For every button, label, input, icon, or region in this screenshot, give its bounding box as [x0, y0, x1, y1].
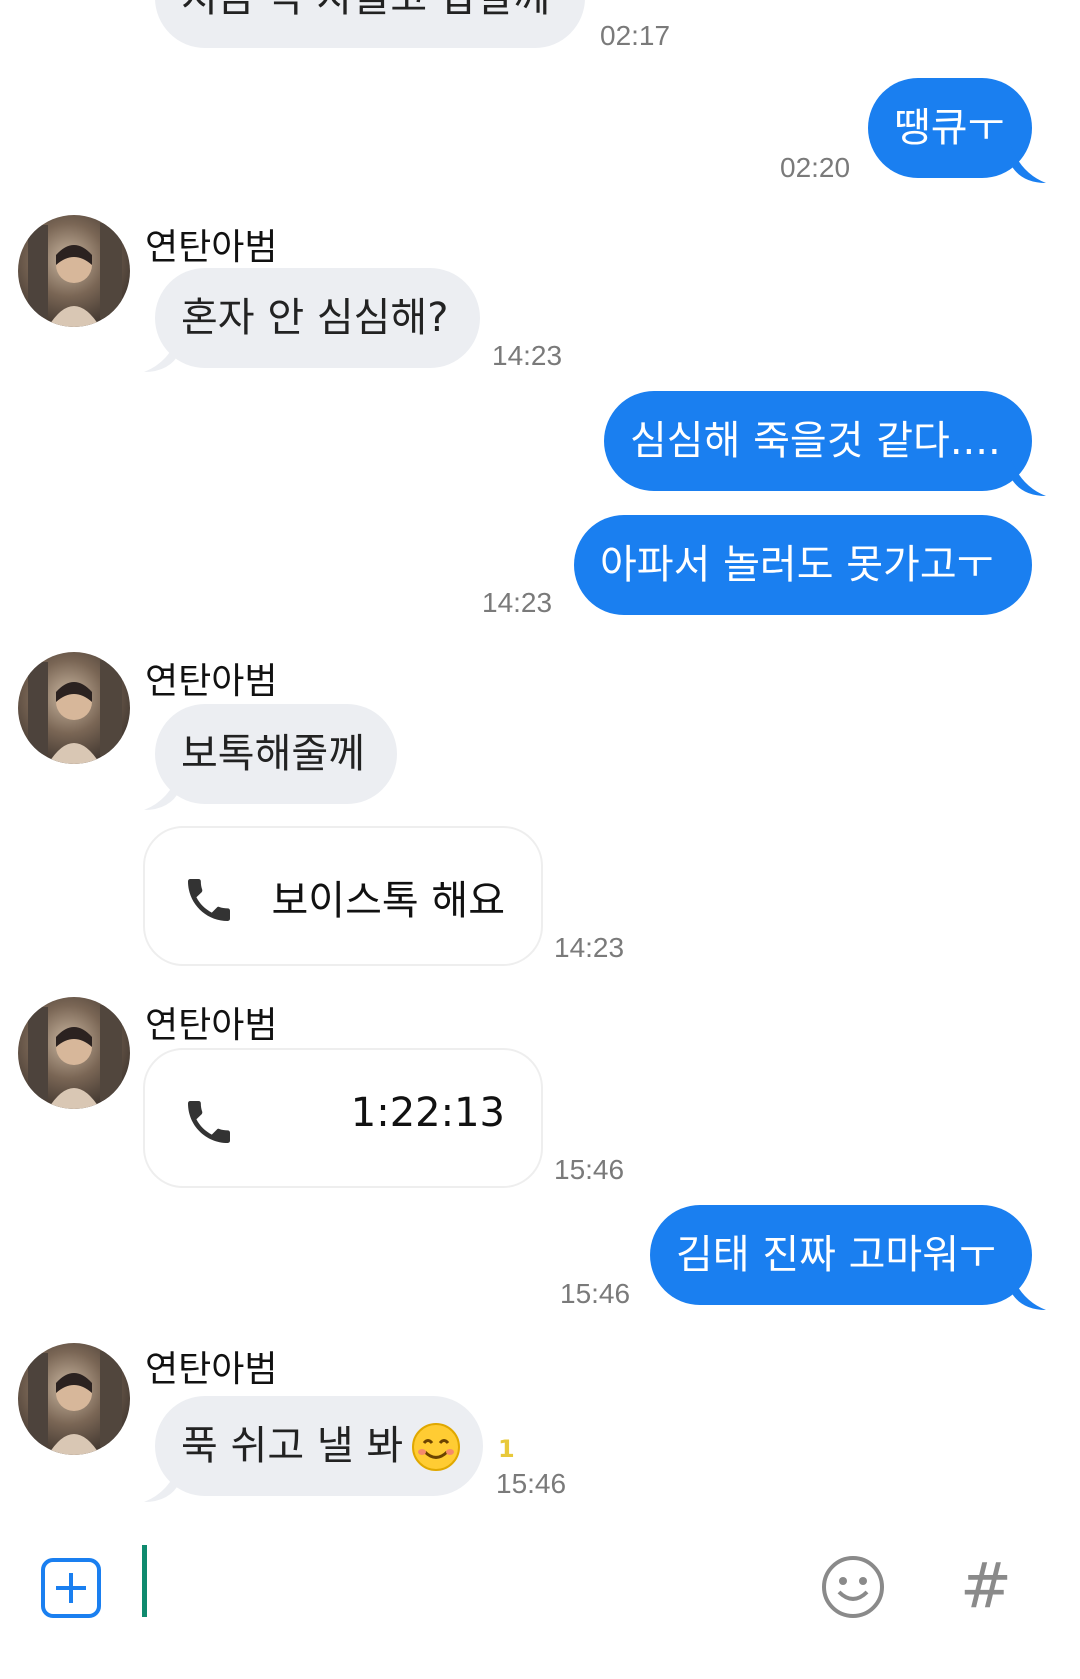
message-text: 아파서 놀러도 못가고ㅜ [600, 542, 994, 588]
call-duration: 1:22:13 [350, 1090, 505, 1136]
sender-name: 연탄아범 [145, 1005, 278, 1046]
emoji-icon [822, 1556, 884, 1618]
message-text: 보톡해줄께 [181, 731, 365, 777]
message-time: 14:23 [554, 932, 625, 963]
chat-area: 지금 막 자올고 갑갈께 02:17 땡큐ㅜ 02:20 연탄아범 혼자 안 심… [0, 0, 1080, 1540]
message-bubble-incoming[interactable]: 푹 쉬고 낼 봐 [155, 1396, 483, 1496]
sender-name: 연탄아범 [145, 661, 278, 702]
avatar[interactable] [18, 215, 130, 327]
message-text: 혼자 안 심심해? [181, 295, 449, 341]
message-input-bar: # [0, 1540, 1080, 1679]
avatar[interactable] [18, 997, 130, 1109]
message-time: 14:23 [492, 340, 563, 371]
message-time: 02:17 [600, 20, 671, 51]
emoji-button[interactable] [820, 1554, 886, 1620]
bubble-tail [1010, 1270, 1046, 1310]
plus-square-icon [41, 1558, 101, 1618]
bubble-tail [1010, 143, 1046, 183]
hashtag-icon: # [960, 1549, 1012, 1622]
bubble-tail [144, 1462, 180, 1502]
smiling-face-icon [412, 1423, 460, 1471]
avatar[interactable] [18, 652, 130, 764]
message-bubble-outgoing[interactable]: 김태 진짜 고마워ㅜ [650, 1205, 1032, 1305]
sender-name: 연탄아범 [145, 227, 278, 268]
message-bubble-incoming[interactable]: 혼자 안 심심해? [155, 268, 480, 368]
unread-count: 1 [498, 1435, 515, 1463]
message-bubble-outgoing[interactable]: 심심해 죽을것 같다.... [604, 391, 1032, 491]
message-text: 지금 막 자올고 갑갈께 [181, 0, 550, 21]
message-time: 14:23 [482, 587, 553, 618]
bubble-tail [144, 770, 180, 810]
message-text: 푹 쉬고 낼 봐 [181, 1423, 404, 1469]
message-time: 02:20 [780, 152, 851, 183]
message-time: 15:46 [496, 1468, 567, 1499]
message-bubble-incoming[interactable]: 보톡해줄께 [155, 704, 397, 804]
message-input[interactable] [140, 1545, 780, 1625]
text-cursor [142, 1545, 147, 1617]
message-bubble-incoming[interactable]: 지금 막 자올고 갑갈께 [155, 0, 585, 48]
message-bubble-outgoing[interactable]: 땡큐ㅜ [868, 78, 1032, 178]
add-button[interactable] [40, 1557, 102, 1619]
sender-name: 연탄아범 [145, 1349, 278, 1390]
message-bubble-outgoing[interactable]: 아파서 놀러도 못가고ㅜ [574, 515, 1032, 615]
phone-icon [188, 879, 230, 921]
bubble-tail [1010, 456, 1046, 496]
message-text: 김태 진짜 고마워ㅜ [676, 1232, 996, 1278]
message-time: 15:46 [554, 1154, 625, 1185]
call-label: 보이스톡 해요 [271, 878, 505, 924]
message-text: 땡큐ㅜ [894, 105, 1005, 151]
voice-call-card[interactable]: 보이스톡 해요 [143, 826, 543, 966]
avatar[interactable] [18, 1343, 130, 1455]
message-time: 15:46 [560, 1278, 631, 1309]
bubble-tail [144, 332, 180, 372]
message-text: 심심해 죽을것 같다.... [630, 418, 1001, 464]
phone-icon [188, 1101, 230, 1143]
hashtag-button[interactable]: # [960, 1546, 1020, 1626]
voice-call-card[interactable]: 1:22:13 [143, 1048, 543, 1188]
